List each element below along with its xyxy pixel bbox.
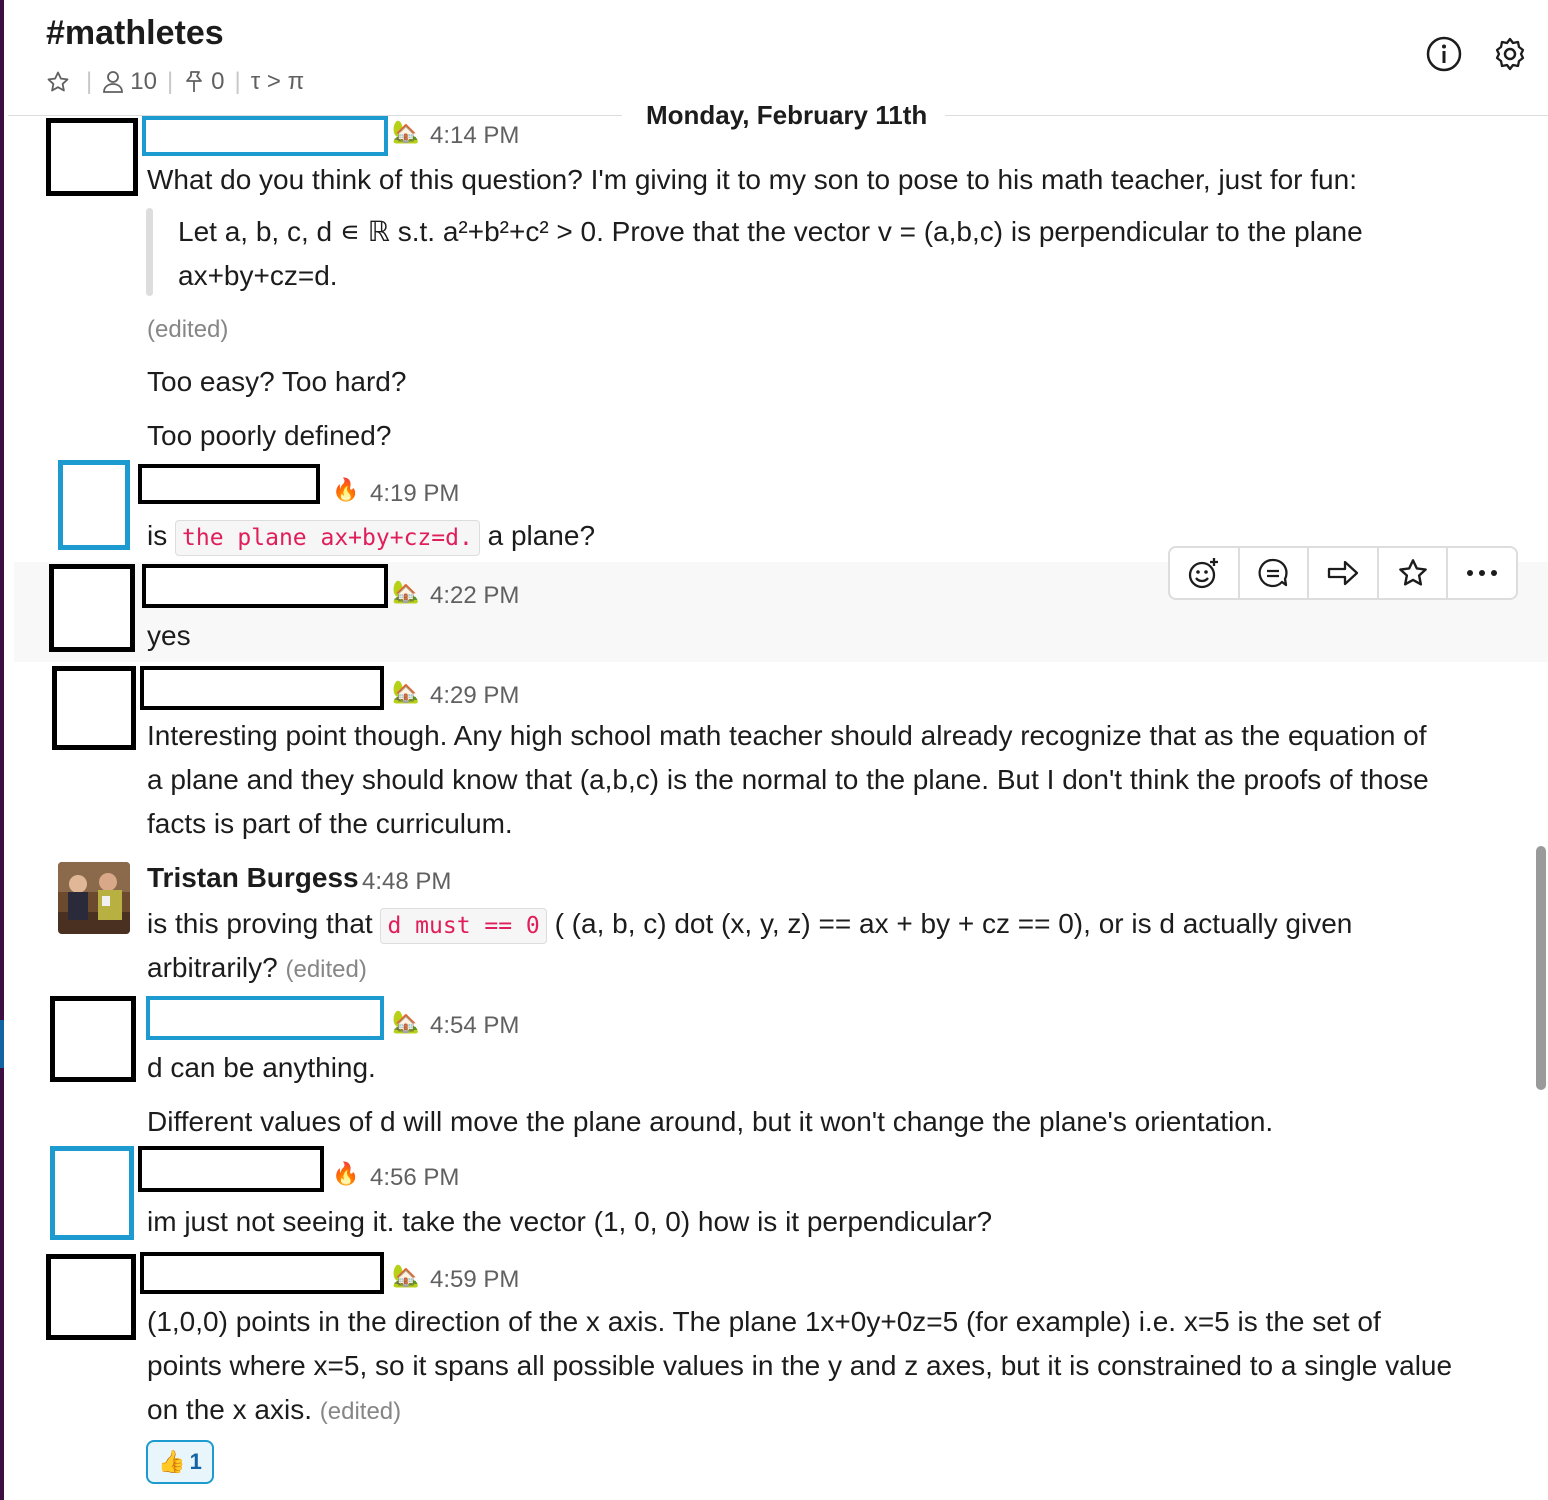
message: Tristan Burgess 4:48 PM is this proving …: [0, 850, 1548, 990]
message-text-part: ( (a, b, c) dot (x, y, z) == ax + by + c…: [554, 908, 1353, 939]
channel-name[interactable]: #mathletes: [46, 14, 224, 53]
message-text: Different values of d will move the plan…: [147, 1106, 1274, 1137]
info-icon[interactable]: [1426, 36, 1462, 72]
avatar[interactable]: [52, 666, 136, 750]
message: 🏡 4:14 PM What do you think of this ques…: [0, 116, 1548, 460]
house-with-garden-icon: 🏡: [392, 1263, 420, 1288]
author-name-redacted[interactable]: [146, 996, 384, 1040]
author-name-redacted[interactable]: [142, 116, 388, 156]
message-text-part: is: [147, 520, 168, 551]
message: 🏡 4:29 PM Interesting point though. Any …: [0, 664, 1548, 848]
message-text: Too easy? Too hard?: [147, 366, 407, 397]
message-text: is the plane ax+by+cz=d. a plane?: [147, 514, 595, 560]
more-actions-icon[interactable]: [1448, 548, 1516, 598]
thumbs-up-icon: 👍: [158, 1449, 186, 1474]
pin-icon[interactable]: [183, 70, 205, 94]
author-name[interactable]: Tristan Burgess: [147, 862, 359, 894]
message-text: What do you think of this question? I'm …: [147, 164, 1357, 195]
meta-divider: |: [234, 68, 241, 95]
channel-header: #mathletes | 10 | 0 | τ > π: [8, 0, 1548, 110]
message-text: yes: [147, 620, 191, 651]
author-name-redacted[interactable]: [140, 666, 384, 710]
message-timestamp[interactable]: 4:59 PM: [430, 1266, 519, 1294]
fire-icon: 🔥: [332, 477, 360, 502]
message-text: d can be anything.: [147, 1052, 376, 1083]
member-count[interactable]: 10: [130, 68, 157, 96]
scrollbar-thumb[interactable]: [1536, 846, 1546, 1090]
avatar[interactable]: [50, 996, 136, 1082]
message-text: a plane and they should know that (a,b,c…: [147, 764, 1429, 795]
message-text-part: arbitrarily?: [147, 952, 278, 983]
message-timestamp[interactable]: 4:14 PM: [430, 122, 519, 150]
quote-line: ax+by+cz=d.: [178, 260, 338, 291]
message: 🏡 4:54 PM d can be anything. Different v…: [0, 994, 1548, 1142]
gear-icon[interactable]: [1492, 36, 1528, 72]
message-text: Too poorly defined?: [147, 420, 392, 451]
star-icon[interactable]: [1379, 548, 1449, 598]
meta-divider: |: [166, 68, 174, 95]
quote-line: Let a, b, c, d ∊ ℝ s.t. a²+b²+c² > 0. Pr…: [178, 216, 1363, 247]
message-timestamp[interactable]: 4:48 PM: [362, 868, 451, 896]
message-text: arbitrarily? (edited): [147, 946, 367, 992]
message-text-part: a plane?: [487, 520, 596, 551]
author-name-redacted[interactable]: [140, 1252, 384, 1294]
reaction-pill[interactable]: 👍 1: [146, 1440, 214, 1484]
message: 🏡 4:59 PM (1,0,0) points in the directio…: [0, 1252, 1548, 1500]
message-text: facts is part of the curriculum.: [147, 808, 513, 839]
message-timestamp[interactable]: 4:29 PM: [430, 682, 519, 710]
edited-label: (edited): [147, 316, 229, 343]
message-text: points where x=5, so it spans all possib…: [147, 1350, 1453, 1381]
edited-label: (edited): [285, 956, 367, 983]
message-text: is this proving that d must == 0 ( (a, b…: [147, 902, 1352, 948]
avatar[interactable]: [49, 564, 135, 652]
avatar[interactable]: [46, 118, 138, 196]
avatar[interactable]: [58, 460, 130, 550]
edited-label: (edited): [319, 1398, 402, 1425]
message-text: im just not seeing it. take the vector (…: [147, 1206, 993, 1237]
channel-topic[interactable]: τ > π: [251, 68, 304, 96]
message-text-part: is this proving that: [147, 908, 373, 939]
message-text: Interesting point though. Any high schoo…: [147, 720, 1427, 751]
message-timestamp[interactable]: 4:56 PM: [370, 1164, 459, 1192]
inline-code: d must == 0: [380, 908, 547, 944]
pinned-count[interactable]: 0: [211, 68, 224, 96]
star-icon[interactable]: [46, 70, 70, 94]
message-text: on the x axis. (edited): [147, 1388, 401, 1434]
message-actions-toolbar: [1168, 546, 1518, 600]
meta-divider: |: [86, 68, 93, 95]
house-with-garden-icon: 🏡: [392, 119, 420, 144]
message-timestamp[interactable]: 4:22 PM: [430, 582, 519, 610]
house-with-garden-icon: 🏡: [392, 1009, 420, 1034]
inline-code: the plane ax+by+cz=d.: [175, 520, 480, 556]
add-reaction-icon[interactable]: [1170, 548, 1240, 598]
author-name-redacted[interactable]: [142, 564, 388, 608]
house-with-garden-icon: 🏡: [392, 579, 420, 604]
reaction-count: 1: [189, 1449, 202, 1474]
avatar[interactable]: [50, 1146, 134, 1240]
share-icon[interactable]: [1309, 548, 1379, 598]
author-name-redacted[interactable]: [138, 464, 320, 504]
channel-meta: | 10 | 0 | τ > π: [46, 68, 304, 96]
message-text: (1,0,0) points in the direction of the x…: [147, 1306, 1381, 1337]
house-with-garden-icon: 🏡: [392, 679, 420, 704]
avatar[interactable]: [46, 1254, 136, 1340]
message: 🔥 4:56 PM im just not seeing it. take th…: [0, 1144, 1548, 1248]
message-text-part: on the x axis.: [147, 1394, 312, 1425]
quote-bar: [146, 208, 153, 296]
message-timestamp[interactable]: 4:19 PM: [370, 480, 459, 508]
person-icon[interactable]: [102, 70, 124, 94]
author-name-redacted[interactable]: [138, 1146, 324, 1192]
message-timestamp[interactable]: 4:54 PM: [430, 1012, 519, 1040]
reply-thread-icon[interactable]: [1240, 548, 1310, 598]
avatar[interactable]: [58, 862, 130, 934]
fire-icon: 🔥: [332, 1161, 360, 1186]
